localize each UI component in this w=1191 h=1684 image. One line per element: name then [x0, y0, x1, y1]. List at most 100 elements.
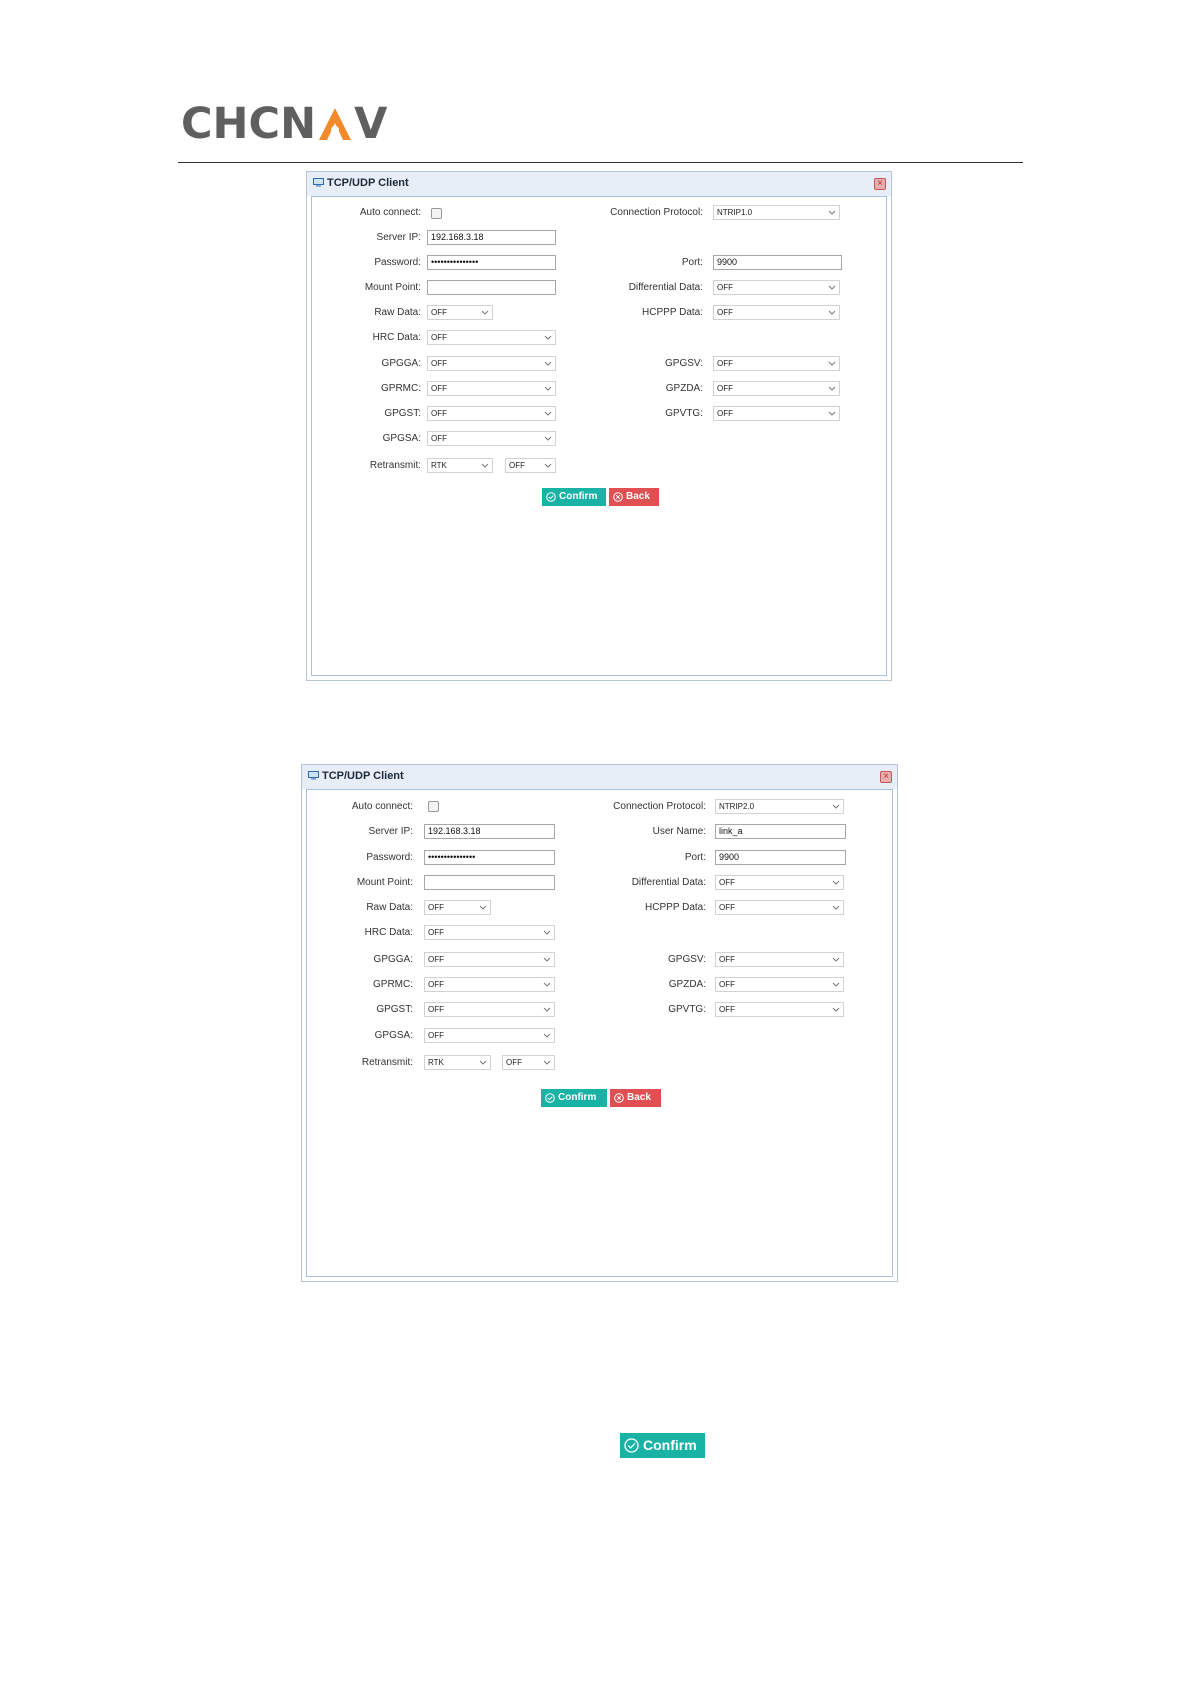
chevron-down-icon	[544, 436, 552, 441]
password-input[interactable]: •••••••••••••••	[427, 255, 556, 270]
chevron-down-icon	[544, 463, 552, 468]
check-circle-icon	[624, 1438, 639, 1453]
chevron-down-icon	[543, 1060, 551, 1065]
tcp-udp-client-dialog-1: TCP/UDP Client × Auto connect: Server IP…	[306, 171, 892, 681]
hcppp-data-select[interactable]: OFF	[713, 305, 840, 320]
mount-point-label: Mount Point:	[364, 282, 421, 293]
chevron-down-icon	[481, 463, 489, 468]
gpgsa-select[interactable]: OFF	[424, 1028, 555, 1043]
chevron-down-icon	[832, 1007, 840, 1012]
user-name-input[interactable]: link_a	[715, 824, 846, 839]
gpgsv-select[interactable]: OFF	[713, 356, 840, 371]
auto-connect-label: Auto connect:	[351, 801, 413, 812]
chevron-down-icon	[828, 361, 836, 366]
logo-text: CHCN	[181, 99, 317, 149]
gpgst-select[interactable]: OFF	[424, 1002, 555, 1017]
chevron-down-icon	[544, 335, 552, 340]
close-icon[interactable]: ×	[880, 771, 892, 783]
chevron-down-icon	[828, 285, 836, 290]
retransmit-label: Retransmit:	[369, 460, 421, 471]
hcppp-data-select[interactable]: OFF	[715, 900, 844, 915]
hcppp-data-label: HCPPP Data:	[642, 307, 703, 318]
retransmit-type-select[interactable]: RTK	[427, 458, 493, 473]
gpgsa-label: GPGSA:	[374, 1030, 413, 1041]
hrc-data-select[interactable]: OFF	[427, 330, 556, 345]
gprmc-label: GPRMC:	[373, 979, 413, 990]
back-button[interactable]: Back	[610, 1089, 661, 1107]
back-button[interactable]: Back	[609, 488, 659, 506]
port-input[interactable]: 9900	[713, 255, 842, 270]
auto-connect-checkbox[interactable]	[428, 801, 439, 812]
confirm-button[interactable]: Confirm	[541, 1089, 607, 1107]
retransmit-label: Retransmit:	[361, 1057, 413, 1068]
chevron-down-icon	[481, 310, 489, 315]
tcp-udp-client-dialog-2: TCP/UDP Client × Auto connect: Server IP…	[301, 764, 898, 1282]
chevron-down-icon	[544, 411, 552, 416]
chevron-down-icon	[828, 310, 836, 315]
hrc-data-label: HRC Data:	[372, 332, 421, 343]
cancel-circle-icon	[613, 492, 623, 502]
gpgsv-select[interactable]: OFF	[715, 952, 844, 967]
port-input[interactable]: 9900	[715, 850, 846, 865]
raw-data-select[interactable]: OFF	[424, 900, 491, 915]
confirm-button[interactable]: Confirm	[542, 488, 606, 506]
chevron-down-icon	[832, 880, 840, 885]
port-label: Port:	[684, 852, 706, 863]
hrc-data-select[interactable]: OFF	[424, 925, 555, 940]
gpgga-select[interactable]: OFF	[424, 952, 555, 967]
dialog-header: TCP/UDP Client ×	[307, 172, 891, 196]
gpvtg-select[interactable]: OFF	[715, 1002, 844, 1017]
gpgga-select[interactable]: OFF	[427, 356, 556, 371]
gpvtg-label: GPVTG:	[665, 408, 703, 419]
gpgsv-label: GPGSV:	[668, 954, 706, 965]
dialog-header: TCP/UDP Client ×	[302, 765, 897, 789]
check-circle-icon	[546, 492, 556, 502]
retransmit-value-select[interactable]: OFF	[505, 458, 556, 473]
server-ip-input[interactable]: 192.168.3.18	[424, 824, 555, 839]
gpzda-select[interactable]: OFF	[715, 977, 844, 992]
server-ip-label: Server IP:	[368, 826, 413, 837]
raw-data-label: Raw Data:	[374, 307, 421, 318]
connection-protocol-select[interactable]: NTRIP1.0	[713, 205, 840, 220]
password-input[interactable]: •••••••••••••••	[424, 850, 555, 865]
confirm-button-large[interactable]: Confirm	[620, 1433, 705, 1458]
gpgga-label: GPGGA:	[373, 954, 413, 965]
gpgsv-label: GPGSV:	[665, 358, 703, 369]
gprmc-select[interactable]: OFF	[424, 977, 555, 992]
differential-data-select[interactable]: OFF	[715, 875, 844, 890]
gpzda-select[interactable]: OFF	[713, 381, 840, 396]
chevron-down-icon	[544, 361, 552, 366]
gpgst-select[interactable]: OFF	[427, 406, 556, 421]
gpgst-label: GPGST:	[384, 408, 421, 419]
cancel-circle-icon	[614, 1093, 624, 1103]
gpzda-label: GPZDA:	[668, 979, 706, 990]
raw-data-label: Raw Data:	[366, 902, 413, 913]
auto-connect-checkbox[interactable]	[431, 208, 442, 219]
gpvtg-select[interactable]: OFF	[713, 406, 840, 421]
chevron-down-icon	[543, 982, 551, 987]
chevron-down-icon	[832, 982, 840, 987]
auto-connect-label: Auto connect:	[359, 207, 421, 218]
gprmc-label: GPRMC:	[381, 383, 421, 394]
connection-protocol-select[interactable]: NTRIP2.0	[715, 799, 844, 814]
chevron-down-icon	[543, 957, 551, 962]
differential-data-label: Differential Data:	[628, 282, 703, 293]
connection-protocol-label: Connection Protocol:	[610, 207, 703, 218]
differential-data-select[interactable]: OFF	[713, 280, 840, 295]
logo-text-v: V	[354, 99, 388, 149]
chevron-down-icon	[543, 930, 551, 935]
close-icon[interactable]: ×	[874, 178, 886, 190]
gpgsa-select[interactable]: OFF	[427, 431, 556, 446]
raw-data-select[interactable]: OFF	[427, 305, 493, 320]
server-ip-input[interactable]: 192.168.3.18	[427, 230, 556, 245]
check-circle-icon	[545, 1093, 555, 1103]
chevron-down-icon	[479, 1060, 487, 1065]
gpgga-label: GPGGA:	[381, 358, 421, 369]
mount-point-input[interactable]	[427, 280, 556, 295]
mount-point-input[interactable]	[424, 875, 555, 890]
retransmit-type-select[interactable]: RTK	[424, 1055, 491, 1070]
gprmc-select[interactable]: OFF	[427, 381, 556, 396]
server-ip-label: Server IP:	[376, 232, 421, 243]
retransmit-value-select[interactable]: OFF	[502, 1055, 555, 1070]
chevron-down-icon	[832, 957, 840, 962]
